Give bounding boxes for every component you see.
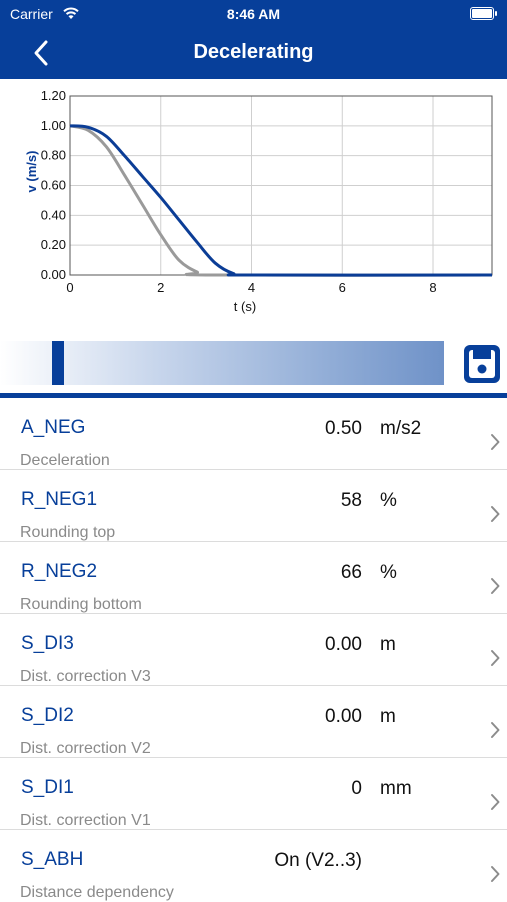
parameter-row[interactable]: S_ABH Distance dependency On (V2..3) [0,830,507,901]
battery-icon [470,7,497,20]
chevron-right-icon [491,866,500,882]
parameter-value: 0.00 [325,634,362,655]
parameter-description: Dist. correction V1 [20,812,151,829]
parameter-list: A_NEG Deceleration 0.50 m/s2 R_NEG1 Rounding … [0,398,507,901]
time-scrubber-thumb[interactable] [51,341,64,385]
parameter-description: Distance dependency [20,884,174,901]
parameter-unit: % [380,562,397,583]
parameter-description: Deceleration [20,452,110,469]
x-tick-label: 8 [429,280,436,295]
y-tick-label: 1.20 [41,88,66,103]
y-tick-label: 0.60 [41,178,66,193]
parameter-value: 58 [340,490,362,511]
parameter-description: Dist. correction V3 [20,668,151,685]
parameter-name: A_NEG [21,417,86,438]
status-time: 8:46 AM [226,6,281,22]
parameter-unit: mm [380,778,412,799]
parameter-row[interactable]: A_NEG Deceleration 0.50 m/s2 [0,398,507,470]
chevron-right-icon [491,578,500,594]
x-axis-label: t (s) [234,299,256,314]
parameter-row[interactable]: S_DI1 Dist. correction V1 0 mm [0,758,507,830]
x-tick-label: 2 [157,280,164,295]
parameter-value: On (V2..3) [274,850,362,871]
status-bar: Carrier 8:46 AM [0,0,507,28]
parameter-unit: % [380,490,397,511]
x-tick-label: 4 [248,280,255,295]
y-tick-label: 1.00 [41,118,66,133]
x-tick-label: 6 [339,280,346,295]
floppy-disk-icon[interactable] [462,343,502,385]
y-axis-label: v (m/s) [24,151,39,193]
navigation-bar: Decelerating [0,28,507,79]
parameter-value: 0.00 [325,706,362,727]
parameter-description: Rounding bottom [20,596,142,613]
parameter-name: S_DI2 [21,705,74,726]
parameter-row[interactable]: R_NEG2 Rounding bottom 66% [0,542,507,614]
chevron-right-icon [491,722,500,738]
parameter-value: 0 [351,778,362,799]
parameter-value: 0.50 [325,418,362,439]
parameter-row[interactable]: S_DI2 Dist. correction V2 0.00 m [0,686,507,758]
parameter-name: S_DI3 [21,633,74,654]
x-tick-label: 0 [66,280,73,295]
page-title: Decelerating [193,41,314,63]
chevron-right-icon [491,650,500,666]
chevron-right-icon [491,434,500,450]
parameter-description: Dist. correction V2 [20,740,151,757]
y-tick-label: 0.40 [41,207,66,222]
parameter-unit: m [380,706,396,727]
chevron-right-icon [491,506,500,522]
parameter-row[interactable]: R_NEG1 Rounding top 58% [0,470,507,542]
parameter-name: S_ABH [21,849,84,870]
parameter-row[interactable]: S_DI3 Dist. correction V3 0.00 m [0,614,507,686]
parameter-unit: m/s2 [380,418,422,439]
parameter-name: R_NEG2 [21,561,98,582]
y-tick-label: 0.20 [41,237,66,252]
y-tick-label: 0.80 [41,148,66,163]
parameter-description: Rounding top [20,524,116,541]
parameter-name: S_DI1 [21,777,74,798]
parameter-unit: m [380,634,396,655]
time-scrubber-track [0,341,444,385]
time-scrubber[interactable] [0,341,445,385]
velocity-chart: 0 2 4 6 8 0.00 0.20 0.40 0.60 0.80 1.00 1.20 t (s) v … [0,79,507,329]
y-tick-label: 0.00 [41,267,66,282]
chevron-right-icon [491,794,500,810]
parameter-name: R_NEG1 [21,489,98,510]
parameter-value: 66 [340,562,362,583]
